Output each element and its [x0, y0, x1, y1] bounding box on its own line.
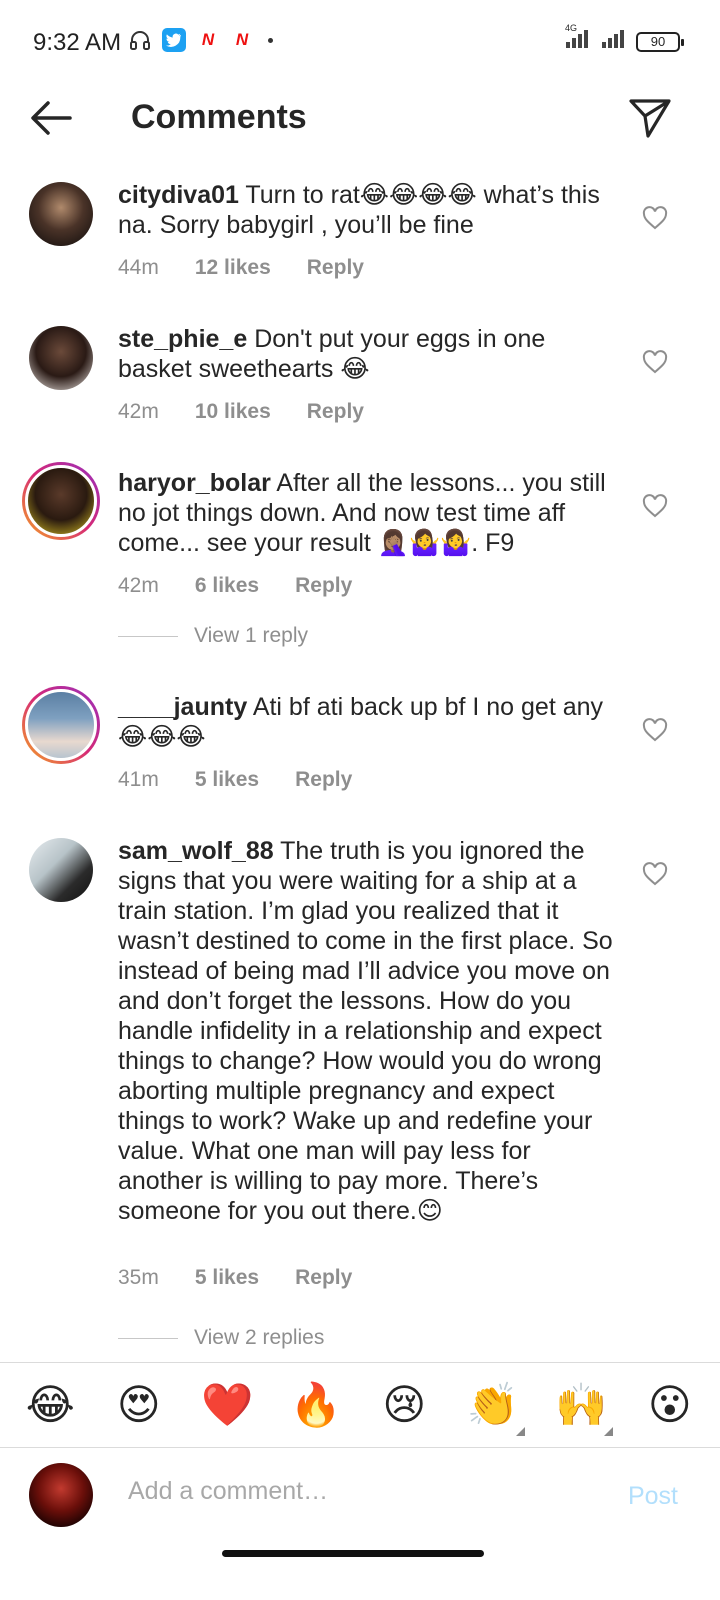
comment-username[interactable]: sam_wolf_88	[118, 837, 274, 865]
emoji-button[interactable]: 😍	[111, 1384, 167, 1426]
heart-icon	[642, 350, 668, 374]
status-time: 9:32 AM	[33, 29, 122, 56]
divider-line	[118, 1337, 178, 1339]
emoji-button[interactable]: 😢	[376, 1384, 432, 1426]
heart-icon	[642, 206, 668, 230]
header: Comments	[0, 84, 720, 156]
skin-tone-indicator-icon	[604, 1427, 614, 1436]
share-button[interactable]	[628, 96, 672, 140]
emoji-button[interactable]: 🔥	[288, 1384, 344, 1426]
comment-meta: 42m 10 likes Reply	[118, 400, 364, 424]
battery-icon: 90	[636, 31, 684, 52]
like-button[interactable]	[642, 718, 668, 742]
comment-meta: 35m 5 likes Reply	[118, 1266, 352, 1290]
comment-meta: 42m 6 likes Reply	[118, 574, 352, 598]
back-button[interactable]	[28, 98, 74, 138]
emoji-glyph: 👏	[466, 1381, 519, 1428]
comment-meta: 44m 12 likes Reply	[118, 256, 364, 280]
comment-username[interactable]: citydiva01	[118, 181, 239, 209]
notification-icons: N N	[128, 28, 273, 52]
send-icon	[629, 99, 671, 138]
avatar[interactable]	[22, 462, 100, 540]
emoji-glyph: 🙌	[555, 1381, 608, 1428]
comment-text: sam_wolf_88 The truth is you ignored the…	[118, 836, 618, 1226]
comment-username[interactable]: haryor_bolar	[118, 469, 271, 497]
heart-icon	[642, 494, 668, 518]
comment-likes[interactable]: 12 likes	[195, 256, 271, 280]
comment-text: ste_phie_e Don't put your eggs in one ba…	[118, 324, 618, 384]
system-icons: 4G 90	[562, 23, 684, 53]
comment-text: citydiva01 Turn to rat😂😂😂😂 what’s this n…	[118, 180, 618, 240]
dot-icon	[268, 37, 273, 43]
signal-icon: 4G	[562, 23, 592, 53]
avatar[interactable]	[29, 326, 93, 390]
view-replies-button[interactable]: View 2 replies	[118, 1326, 324, 1350]
comment-time: 35m	[118, 1266, 159, 1289]
comment-time: 44m	[118, 256, 159, 279]
reply-button[interactable]: Reply	[295, 768, 352, 792]
signal-icon	[600, 30, 628, 53]
emoji-button[interactable]: 👏	[465, 1381, 525, 1436]
heart-icon	[642, 718, 668, 742]
comment-likes[interactable]: 5 likes	[195, 768, 259, 792]
twitter-icon	[162, 28, 186, 52]
avatar[interactable]	[22, 686, 100, 764]
view-replies-label: View 2 replies	[194, 1326, 325, 1349]
like-button[interactable]	[642, 206, 668, 230]
comment-likes[interactable]: 10 likes	[195, 400, 271, 424]
emoji-button[interactable]: ❤️	[199, 1384, 255, 1426]
comment-input[interactable]	[128, 1477, 588, 1506]
my-avatar	[29, 1463, 93, 1527]
emoji-quick-bar: 😂 😍 ❤️ 🔥 😢 👏 🙌 😮	[0, 1362, 720, 1448]
arrow-left-icon	[31, 101, 72, 135]
like-button[interactable]	[642, 350, 668, 374]
view-replies-button[interactable]: View 1 reply	[118, 624, 308, 648]
emoji-button[interactable]: 😮	[642, 1384, 698, 1426]
comment-username[interactable]: ____jaunty	[118, 693, 247, 721]
heart-icon	[642, 862, 668, 886]
comment-time: 42m	[118, 574, 159, 597]
reply-button[interactable]: Reply	[307, 256, 364, 280]
news-icon: N	[235, 30, 249, 49]
page-title: Comments	[131, 98, 307, 136]
view-replies-label: View 1 reply	[194, 624, 309, 647]
home-indicator[interactable]	[222, 1550, 484, 1557]
network-label: 4G	[565, 23, 578, 33]
comment-time: 42m	[118, 400, 159, 423]
comment-body: The truth is you ignored the signs that …	[118, 837, 613, 1225]
skin-tone-indicator-icon	[515, 1427, 525, 1436]
reply-button[interactable]: Reply	[295, 1266, 352, 1290]
comment-composer: Post	[0, 1449, 720, 1549]
emoji-button[interactable]: 🙌	[553, 1381, 614, 1436]
comment-text: haryor_bolar After all the lessons... yo…	[118, 468, 618, 558]
comment-time: 41m	[118, 768, 159, 791]
post-button[interactable]: Post	[628, 1482, 678, 1511]
emoji-button[interactable]: 😂	[22, 1384, 78, 1426]
comment-likes[interactable]: 6 likes	[195, 574, 259, 598]
status-bar: 9:32 AM N N 4G 90	[0, 0, 720, 84]
reply-button[interactable]: Reply	[307, 400, 364, 424]
like-button[interactable]	[642, 494, 668, 518]
headphones-icon	[128, 28, 152, 52]
reply-button[interactable]: Reply	[295, 574, 352, 598]
like-button[interactable]	[642, 862, 668, 886]
comment-text: ____jaunty Ati bf ati back up bf I no ge…	[118, 692, 618, 752]
avatar[interactable]	[29, 182, 93, 246]
avatar[interactable]	[29, 838, 93, 902]
news-icon: N	[201, 30, 215, 49]
comment-username[interactable]: ste_phie_e	[118, 325, 247, 353]
comment-meta: 41m 5 likes Reply	[118, 768, 352, 792]
comment-likes[interactable]: 5 likes	[195, 1266, 259, 1290]
divider-line	[118, 635, 178, 637]
